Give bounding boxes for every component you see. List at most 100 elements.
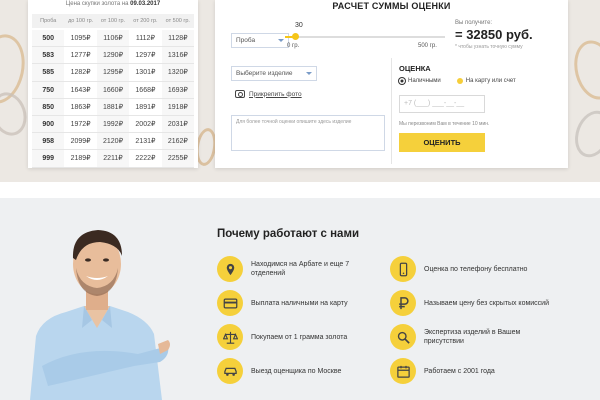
feature-item: Экспертиза изделий в Вашем присутствии (390, 324, 554, 350)
feature-item: Покупаем от 1 грамма золота (217, 324, 381, 350)
column-header: до 100 гр. (68, 18, 94, 24)
price-cell: 1290₽ (96, 47, 130, 64)
radio-selected-icon (399, 78, 405, 84)
location-pin-icon (217, 256, 243, 282)
silver-ring-decoration (568, 105, 600, 163)
feature-text: Выезд оценщика по Москве (251, 367, 342, 375)
price-cell: 1301₽ (135, 69, 156, 77)
price-cell: 1112₽ (135, 35, 155, 42)
probe-cell: 999 (32, 150, 65, 167)
column-header: от 100 гр. (100, 18, 126, 24)
table-row: 958 2099₽ 2120₽ 2131₽ 2162₽ (32, 133, 195, 151)
feature-item: Называем цену без скрытых комиссий (390, 290, 554, 316)
price-table-title-text: Цена скупки золота на (65, 1, 129, 7)
phone-placeholder: +7 (___) ___-__-__ (404, 100, 465, 107)
price-cell: 2211₽ (96, 150, 130, 167)
probe-select-value: Проба (236, 37, 256, 44)
probe-select[interactable]: Проба (231, 33, 289, 48)
price-cell: 2162₽ (161, 133, 195, 150)
price-table-body: 500 1095₽ 1106₽ 1112₽ 1128₽ 583 1277₽ 1290₽ 1297… (32, 30, 195, 168)
slider-max-label: 500 гр. (418, 43, 437, 49)
magnifier-icon (390, 324, 416, 350)
price-cell: 1918₽ (161, 98, 195, 115)
receive-label: Вы получите: (455, 20, 493, 26)
attach-photo-link[interactable]: Прикрепить фото (235, 90, 302, 98)
price-cell: 1282₽ (70, 69, 91, 77)
price-cell: 1277₽ (70, 52, 91, 60)
price-cell: 1106₽ (96, 30, 130, 47)
table-row: 900 1972₽ 1992₽ 2002₽ 2031₽ (32, 115, 195, 134)
price-table-header: Проба до 100 гр. от 100 гр. от 200 гр. о… (32, 14, 194, 28)
price-cell: 1643₽ (70, 86, 91, 94)
probe-cell: 585 (32, 64, 65, 81)
item-select[interactable]: Выберите изделие (231, 66, 317, 81)
column-header: от 200 гр. (133, 18, 158, 24)
price-table-date: 09.03.2017 (130, 1, 161, 7)
price-cell: 2255₽ (161, 150, 195, 167)
car-icon (217, 358, 243, 384)
receive-note[interactable]: * чтобы узнать точную сумму (455, 44, 565, 50)
table-row: 850 1863₽ 1881₽ 1891₽ 1918₽ (32, 98, 195, 116)
table-row: 750 1643₽ 1660₽ 1668₽ 1693₽ (32, 81, 195, 99)
feature-text: Покупаем от 1 грамма золота (251, 333, 348, 341)
estimate-title: ОЦЕНКА (399, 64, 431, 73)
phone-icon (390, 256, 416, 282)
feature-text: Экспертиза изделий в Вашем присутствии (424, 329, 521, 345)
payment-option-label: На карту или счет (465, 78, 516, 84)
payment-option-card[interactable]: На карту или счет (456, 78, 516, 84)
gold-ring-decoration (568, 36, 600, 104)
price-table-title: Цена скупки золота на 09.03.2017 (28, 0, 198, 10)
payment-options: Наличными На карту или счет (399, 78, 516, 84)
slider-min-label: 0 гр. (287, 43, 300, 49)
table-row: 500 1095₽ 1106₽ 1112₽ 1128₽ (32, 30, 195, 48)
column-header: Проба (40, 18, 57, 24)
price-cell: 1316₽ (161, 47, 195, 64)
payment-option-label: Наличными (408, 78, 441, 84)
table-row: 999 2189₽ 2211₽ 2222₽ 2255₽ (32, 150, 195, 168)
estimate-button[interactable]: ОЦЕНИТЬ (399, 133, 485, 152)
slider-handle[interactable] (291, 33, 299, 40)
smiling-man-photo (30, 230, 170, 400)
item-select-value: Выберите изделие (236, 70, 293, 77)
price-cell: 1095₽ (70, 35, 91, 42)
payment-option-cash[interactable]: Наличными (399, 78, 441, 84)
price-cell: 2222₽ (135, 155, 156, 163)
price-cell: 1881₽ (96, 98, 130, 115)
feature-text: Оценка по телефону бесплатно (424, 265, 528, 273)
description-placeholder: Для более точной оценки опишите здесь из… (236, 119, 352, 125)
column-header: от 500 гр. (165, 18, 190, 24)
feature-text: Находимся на Арбате и еще 7 отделений (251, 261, 350, 277)
phone-input[interactable]: +7 (___) ___-__-__ (399, 95, 485, 113)
feature-item: Выезд оценщика по Москве (217, 358, 381, 384)
probe-cell: 900 (32, 115, 65, 133)
divider (391, 58, 392, 164)
price-cell: 2031₽ (161, 115, 195, 133)
price-cell: 1972₽ (70, 120, 91, 128)
price-cell: 1693₽ (161, 81, 195, 98)
price-cell: 1128₽ (161, 30, 195, 47)
probe-cell: 500 (32, 30, 65, 47)
price-cell: 2099₽ (70, 138, 91, 146)
radio-icon (456, 78, 463, 84)
gold-price-table: Цена скупки золота на 09.03.2017 Проба д… (28, 0, 198, 168)
credit-card-icon (217, 290, 243, 316)
price-cell: 1295₽ (96, 64, 130, 81)
feature-item: Работаем с 2001 года (390, 358, 554, 384)
calculator-title: РАСЧЕТ СУММЫ ОЦЕНКИ (332, 1, 451, 11)
probe-cell: 583 (32, 47, 65, 64)
calculator-card: РАСЧЕТ СУММЫ ОЦЕНКИ Проба 30 0 гр. 500 г… (215, 0, 568, 168)
description-textarea[interactable]: Для более точной оценки опишите здесь из… (231, 115, 385, 151)
price-cell: 2189₽ (70, 155, 91, 163)
probe-cell: 958 (32, 133, 65, 150)
price-cell: 1992₽ (96, 115, 130, 133)
table-row: 585 1282₽ 1295₽ 1301₽ 1320₽ (32, 64, 195, 82)
price-cell: 2131₽ (135, 138, 156, 146)
weight-slider[interactable] (285, 33, 445, 40)
hero-section: Цена скупки золота на 09.03.2017 Проба д… (0, 0, 600, 182)
feature-text: Выплата наличными на карту (251, 299, 348, 307)
price-cell: 1297₽ (135, 52, 156, 60)
why-us-title: Почему работают с нами (217, 228, 360, 240)
chevron-down-icon (306, 72, 312, 75)
receive-block: Вы получите: = 32850 руб. * чтобы узнать… (455, 20, 565, 50)
price-cell: 2002₽ (135, 120, 156, 128)
